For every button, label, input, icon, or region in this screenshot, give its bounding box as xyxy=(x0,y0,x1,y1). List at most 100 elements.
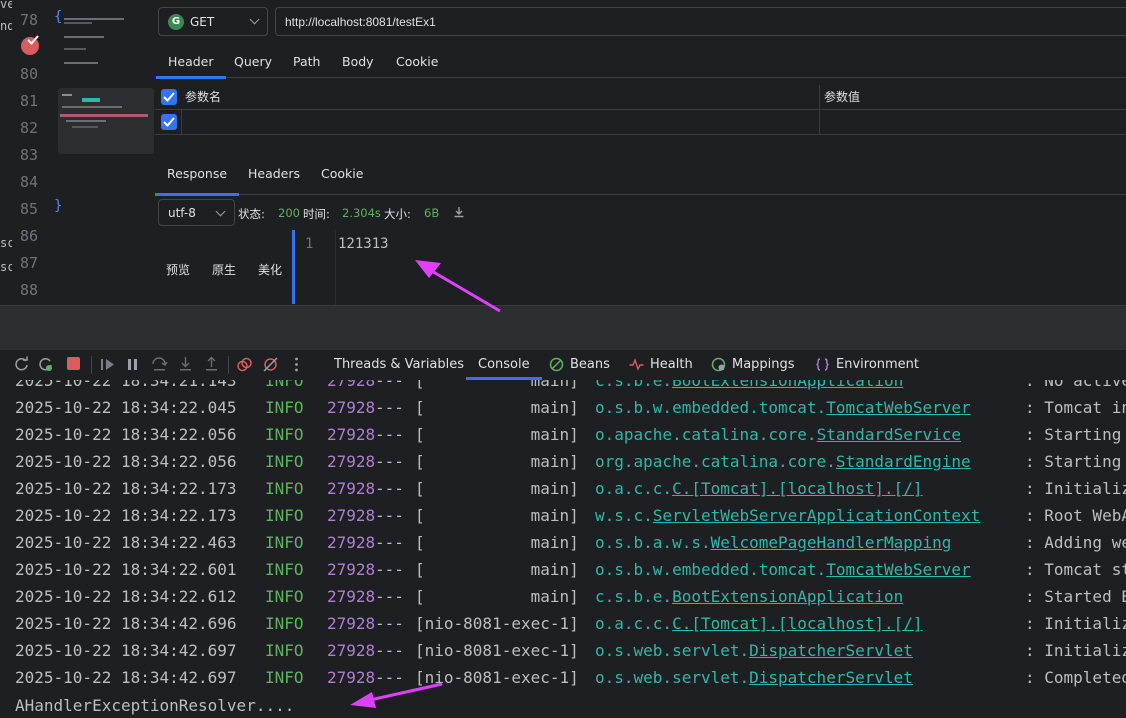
encoding-select[interactable]: utf-8 xyxy=(158,199,235,226)
tab-body[interactable]: Body xyxy=(342,46,374,78)
environment-icon xyxy=(816,358,829,371)
log-logger-class-link[interactable]: DispatcherServlet xyxy=(749,641,913,660)
tab-query[interactable]: Query xyxy=(234,46,272,78)
log-logger[interactable]: o.s.b.w.embedded.tomcat.TomcatWebServer xyxy=(595,398,971,417)
response-body-text[interactable]: 121313 xyxy=(338,236,389,252)
log-logger-class-link[interactable]: C.[Tomcat].[localhost].[/] xyxy=(672,614,922,633)
log-logger[interactable]: o.a.c.c.C.[Tomcat].[localhost].[/] xyxy=(595,614,923,633)
log-logger-class-link[interactable]: BootExtensionApplication xyxy=(672,380,903,390)
log-timestamp: 2025-10-22 18:34:42.697 xyxy=(15,641,237,660)
tab-environment[interactable]: Environment xyxy=(836,350,919,380)
method-select[interactable]: G GET xyxy=(158,7,268,36)
tab-mappings[interactable]: Mappings xyxy=(732,350,795,380)
log-pid: 27928 xyxy=(327,452,376,471)
log-logger[interactable]: org.apache.catalina.core.StandardEngine xyxy=(595,452,971,471)
toolbar-separator xyxy=(228,356,229,374)
url-input[interactable] xyxy=(275,7,1126,36)
pause-icon[interactable] xyxy=(124,356,141,373)
log-pid: 27928 xyxy=(327,479,376,498)
tab-response-headers[interactable]: Headers xyxy=(248,158,300,190)
status-label: 状态: xyxy=(238,207,265,221)
table-row[interactable] xyxy=(155,110,1126,135)
log-logger-class-link[interactable]: TomcatWebServer xyxy=(826,398,971,417)
step-over-icon[interactable] xyxy=(151,356,168,373)
log-timestamp: 2025-10-22 18:34:22.173 xyxy=(15,479,237,498)
log-logger[interactable]: o.s.web.servlet.DispatcherServlet xyxy=(595,641,913,660)
log-logger[interactable]: o.s.web.servlet.DispatcherServlet xyxy=(595,668,913,687)
log-logger-package: org.apache.catalina.core. xyxy=(595,452,836,471)
panel-divider[interactable] xyxy=(0,305,1126,350)
tab-cookie[interactable]: Cookie xyxy=(396,46,438,78)
download-icon[interactable] xyxy=(453,206,465,218)
log-logger-class-link[interactable]: StandardEngine xyxy=(836,452,971,471)
log-logger[interactable]: c.s.b.e.BootExtensionApplication xyxy=(595,587,903,606)
log-logger[interactable]: o.a.c.c.C.[Tomcat].[localhost].[/] xyxy=(595,479,923,498)
log-thread: [ main] xyxy=(415,587,579,606)
time-label: 时间: xyxy=(303,207,330,221)
log-message: : Adding wel xyxy=(1025,533,1126,552)
breakpoint-icon[interactable] xyxy=(21,35,39,55)
log-level: INFO xyxy=(265,425,304,444)
log-logger-class-link[interactable]: C.[Tomcat].[localhost].[/] xyxy=(672,479,922,498)
tab-response-cookie[interactable]: Cookie xyxy=(321,158,363,190)
log-separator: --- xyxy=(375,380,404,390)
more-options-icon[interactable] xyxy=(288,356,305,373)
tab-response[interactable]: Response xyxy=(154,158,240,196)
table-header-row: 参数名 参数值 xyxy=(155,85,1126,110)
step-into-icon[interactable] xyxy=(177,356,194,373)
log-logger[interactable]: w.s.c.ServletWebServerApplicationContext xyxy=(595,506,980,525)
line-number: 83 xyxy=(20,146,39,164)
response-line-number: 1 xyxy=(305,236,314,252)
log-level: INFO xyxy=(265,641,304,660)
rerun-icon[interactable] xyxy=(13,356,30,373)
log-pid: 27928 xyxy=(327,560,376,579)
tab-health[interactable]: Health xyxy=(650,350,693,380)
view-preview-button[interactable]: 预览 xyxy=(166,261,190,278)
log-logger-class-link[interactable]: ServletWebServerApplicationContext xyxy=(653,506,981,525)
console-output[interactable]: 2025-10-22 18:34:21.143 INFO 27928 ---[ mai… xyxy=(0,380,1126,718)
line-number: 84 xyxy=(20,173,39,191)
log-logger[interactable]: o.s.b.a.w.s.WelcomePageHandlerMapping xyxy=(595,533,951,552)
step-out-icon[interactable] xyxy=(203,356,220,373)
tab-threads-variables[interactable]: Threads & Variables xyxy=(334,350,464,380)
method-badge-icon: G xyxy=(168,14,184,30)
line-number: 80 xyxy=(20,65,39,83)
log-logger[interactable]: o.s.b.w.embedded.tomcat.TomcatWebServer xyxy=(595,560,971,579)
minimap-viewport[interactable] xyxy=(58,88,154,154)
row-checkbox[interactable] xyxy=(161,114,177,130)
log-logger-class-link[interactable]: BootExtensionApplication xyxy=(672,587,903,606)
log-logger-package: c.s.b.e. xyxy=(595,587,673,606)
view-pretty-button[interactable]: 美化 xyxy=(258,261,282,278)
log-timestamp: 2025-10-22 18:34:42.697 xyxy=(15,668,237,687)
tab-path[interactable]: Path xyxy=(293,46,320,78)
method-label: GET xyxy=(190,15,215,29)
rerun-failed-icon[interactable] xyxy=(37,356,54,373)
tab-console[interactable]: Console xyxy=(466,350,542,380)
view-breakpoints-icon[interactable] xyxy=(236,356,253,373)
tab-header[interactable]: Header xyxy=(156,46,225,79)
log-logger-package: o.s.b.w.embedded.tomcat. xyxy=(595,560,827,579)
log-separator: --- xyxy=(375,452,404,471)
view-raw-button[interactable]: 原生 xyxy=(212,261,236,278)
log-logger-class-link[interactable]: StandardService xyxy=(817,425,962,444)
log-logger-class-link[interactable]: WelcomePageHandlerMapping xyxy=(711,533,952,552)
chevron-down-icon xyxy=(249,14,260,25)
log-logger[interactable]: o.apache.catalina.core.StandardService xyxy=(595,425,961,444)
select-all-checkbox[interactable] xyxy=(161,89,177,105)
log-pid: 27928 xyxy=(327,641,376,660)
line-number: 85 xyxy=(20,200,39,218)
resume-icon[interactable] xyxy=(99,356,116,373)
log-separator: --- xyxy=(375,560,404,579)
minimap[interactable] xyxy=(58,0,154,80)
log-logger[interactable]: c.s.b.e.BootExtensionApplication xyxy=(595,380,903,390)
line-number: 78 xyxy=(20,11,39,29)
log-separator: --- xyxy=(375,668,404,687)
log-logger-class-link[interactable]: DispatcherServlet xyxy=(749,668,913,687)
log-logger-class-link[interactable]: TomcatWebServer xyxy=(826,560,971,579)
mute-breakpoints-icon[interactable] xyxy=(262,356,279,373)
tab-beans[interactable]: Beans xyxy=(570,350,610,380)
log-separator: --- xyxy=(375,398,404,417)
column-divider xyxy=(819,110,820,135)
console-last-line: AHandlerExceptionResolver.... xyxy=(15,696,295,715)
stop-icon[interactable] xyxy=(67,357,80,370)
